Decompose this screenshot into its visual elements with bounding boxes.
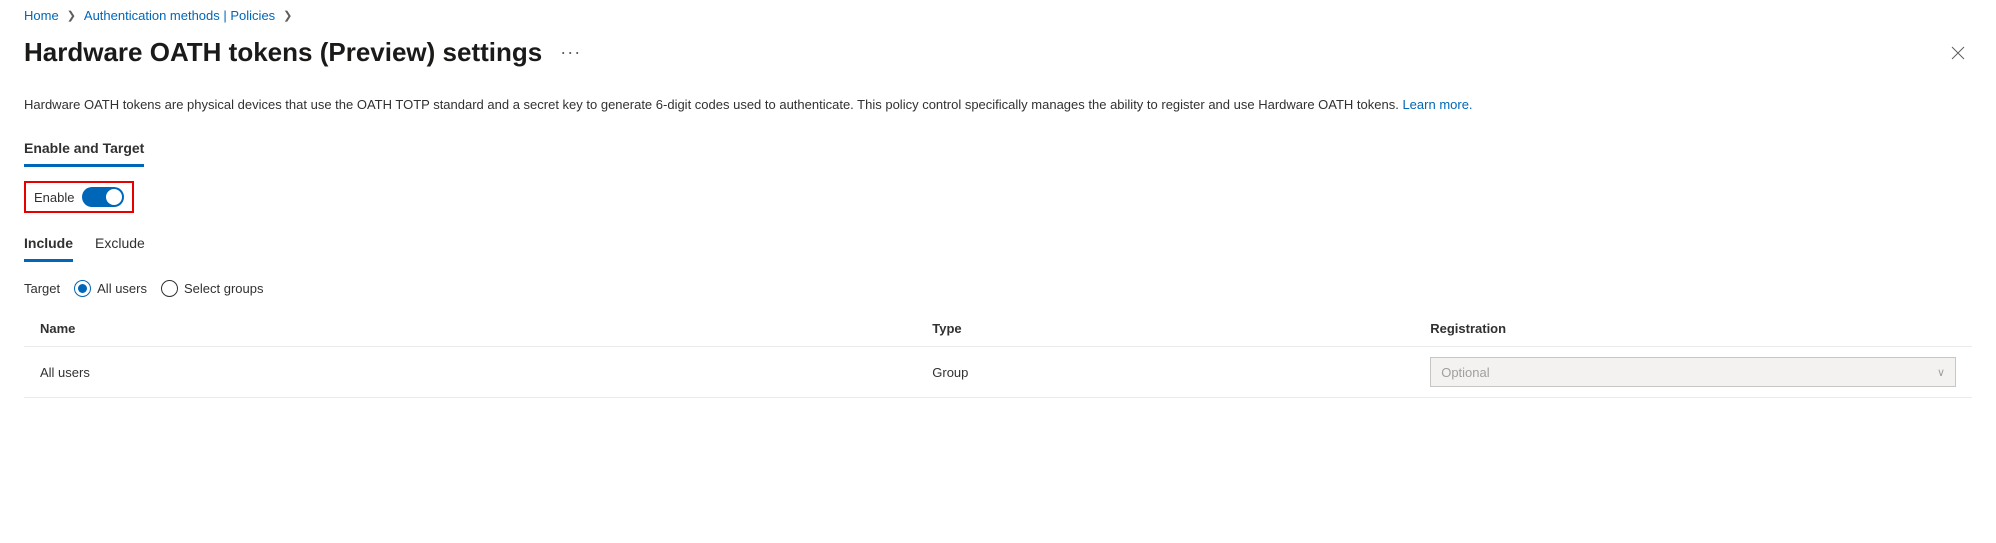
radio-select-groups[interactable]: Select groups <box>161 280 264 297</box>
toggle-knob-icon <box>106 189 122 205</box>
radio-selected-icon <box>74 280 91 297</box>
tab-exclude[interactable]: Exclude <box>95 231 145 262</box>
tab-include[interactable]: Include <box>24 231 73 262</box>
enable-label: Enable <box>34 190 74 205</box>
enable-toggle[interactable] <box>82 187 124 207</box>
target-table: Name Type Registration All users Group O… <box>24 311 1972 398</box>
page-title: Hardware OATH tokens (Preview) settings <box>24 37 542 68</box>
breadcrumb-home[interactable]: Home <box>24 8 59 23</box>
cell-name: All users <box>40 365 916 380</box>
tab-enable-and-target[interactable]: Enable and Target <box>24 136 144 167</box>
table-header-row: Name Type Registration <box>24 311 1972 346</box>
table-row: All users Group Optional ∨ <box>24 346 1972 398</box>
chevron-right-icon: ❯ <box>67 9 76 22</box>
target-row: Target All users Select groups <box>24 280 1972 297</box>
radio-unselected-icon <box>161 280 178 297</box>
learn-more-link[interactable]: Learn more. <box>1402 97 1472 112</box>
include-exclude-tabs: Include Exclude <box>24 231 1972 262</box>
section-tabs: Enable and Target <box>24 136 1972 167</box>
description-text: Hardware OATH tokens are physical device… <box>24 97 1402 112</box>
registration-dropdown[interactable]: Optional ∨ <box>1430 357 1956 387</box>
chevron-right-icon: ❯ <box>283 9 292 22</box>
col-header-name: Name <box>40 321 916 336</box>
chevron-down-icon: ∨ <box>1937 366 1945 379</box>
radio-all-users-label: All users <box>97 281 147 296</box>
more-actions-button[interactable]: ··· <box>560 42 581 63</box>
enable-toggle-row: Enable <box>24 181 134 213</box>
cell-type: Group <box>932 365 1414 380</box>
close-icon <box>1951 46 1965 60</box>
page-description: Hardware OATH tokens are physical device… <box>24 96 1972 114</box>
dropdown-value: Optional <box>1441 365 1489 380</box>
close-button[interactable] <box>1944 39 1972 67</box>
breadcrumb-auth-policies[interactable]: Authentication methods | Policies <box>84 8 275 23</box>
breadcrumb: Home ❯ Authentication methods | Policies… <box>24 0 1972 31</box>
col-header-type: Type <box>932 321 1414 336</box>
col-header-registration: Registration <box>1430 321 1956 336</box>
target-label: Target <box>24 281 60 296</box>
page-header: Hardware OATH tokens (Preview) settings … <box>24 31 1972 96</box>
radio-all-users[interactable]: All users <box>74 280 147 297</box>
radio-select-groups-label: Select groups <box>184 281 264 296</box>
